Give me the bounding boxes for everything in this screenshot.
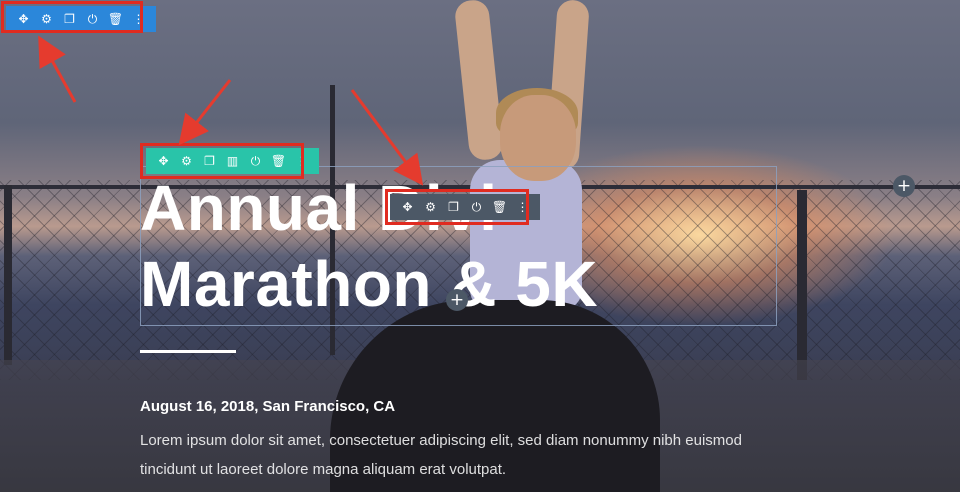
arrow-to-section-toolbar (38, 35, 77, 103)
annotation-arrows (38, 35, 424, 186)
arrow-to-row-toolbar (178, 79, 232, 146)
arrow-to-module-toolbar (350, 89, 424, 186)
